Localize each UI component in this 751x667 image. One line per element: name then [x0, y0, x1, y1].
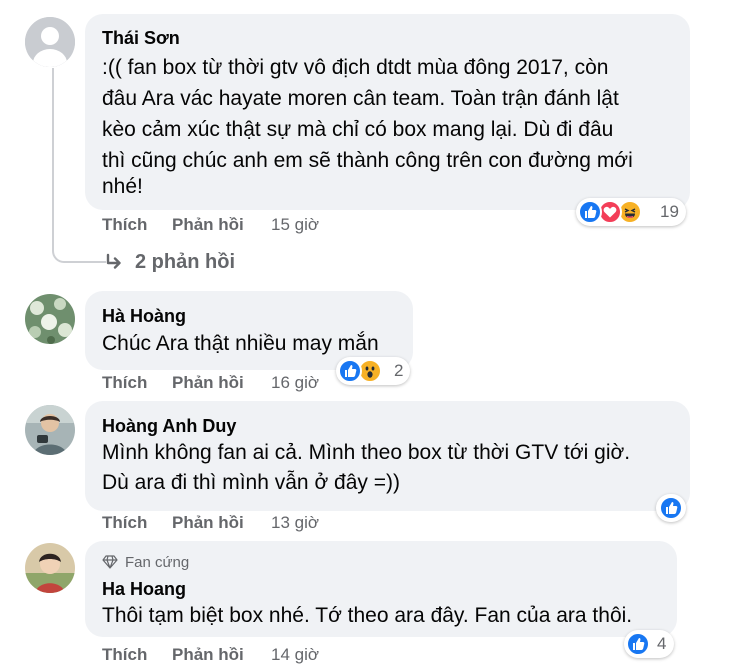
comment-line: nhé! — [102, 175, 143, 198]
diamond-icon — [102, 554, 118, 575]
view-replies-label[interactable]: 2 phản hồi — [135, 251, 235, 274]
like-icon — [338, 359, 362, 383]
reply-button[interactable]: Phản hồi — [172, 373, 244, 393]
like-button[interactable]: Thích — [102, 513, 147, 533]
like-icon — [578, 200, 602, 224]
avatar[interactable] — [25, 543, 75, 593]
reaction-summary[interactable]: 19 — [576, 198, 686, 226]
comment-actions: Thích Phản hồi 13 giờ — [102, 513, 402, 535]
comment-line: thì cũng chúc anh em sẽ thành công trên … — [102, 149, 633, 172]
comment-author[interactable]: Hà Hoàng — [102, 306, 186, 327]
comment-timestamp[interactable]: 13 giờ — [271, 513, 319, 533]
reply-arrow-icon — [103, 250, 125, 281]
reaction-count: 19 — [660, 202, 679, 221]
reaction-count: 2 — [394, 361, 404, 380]
reply-button[interactable]: Phản hồi — [172, 513, 244, 533]
comment-line: Thôi tạm biệt box nhé. Tớ theo ara đây. … — [102, 604, 633, 627]
comment-actions: Thích Phản hồi 14 giờ — [102, 645, 402, 667]
comment-actions: Thích Phản hồi 15 giờ — [102, 215, 402, 237]
avatar[interactable] — [25, 405, 75, 455]
comment-line: Dù ara đi thì mình vẫn ở đây =)) — [102, 471, 400, 494]
comment-author[interactable]: Ha Hoang — [102, 579, 186, 600]
comment-line: kèo cảm xúc thật sự mà chỉ có box mang l… — [102, 118, 614, 141]
comment-line: đâu Ara vác hayate moren cân team. Toàn … — [102, 87, 619, 110]
like-button[interactable]: Thích — [102, 373, 147, 393]
comment-author[interactable]: Hoàng Anh Duy — [102, 416, 236, 437]
avatar[interactable] — [25, 17, 75, 67]
reaction-summary[interactable] — [656, 494, 686, 522]
like-button[interactable]: Thích — [102, 215, 147, 235]
comment-author[interactable]: Thái Sơn — [102, 28, 180, 49]
reaction-summary[interactable]: 4 — [624, 630, 674, 658]
reaction-summary[interactable]: 2 — [336, 357, 410, 385]
comment-timestamp[interactable]: 16 giờ — [271, 373, 319, 393]
like-icon — [659, 496, 683, 520]
badge-label: Fan cứng — [125, 554, 190, 571]
comment-timestamp[interactable]: 14 giờ — [271, 645, 319, 665]
comment-line: :(( fan box từ thời gtv vô địch dtdt mùa… — [102, 56, 609, 79]
comment-line: Mình không fan ai cả. Mình theo box từ t… — [102, 441, 631, 464]
reaction-count: 4 — [657, 634, 667, 653]
like-icon — [626, 632, 650, 656]
comment-line: Chúc Ara thật nhiều may mắn — [102, 332, 379, 355]
avatar[interactable] — [25, 294, 75, 344]
reply-button[interactable]: Phản hồi — [172, 645, 244, 665]
comment-timestamp[interactable]: 15 giờ — [271, 215, 319, 235]
like-button[interactable]: Thích — [102, 645, 147, 665]
reply-button[interactable]: Phản hồi — [172, 215, 244, 235]
